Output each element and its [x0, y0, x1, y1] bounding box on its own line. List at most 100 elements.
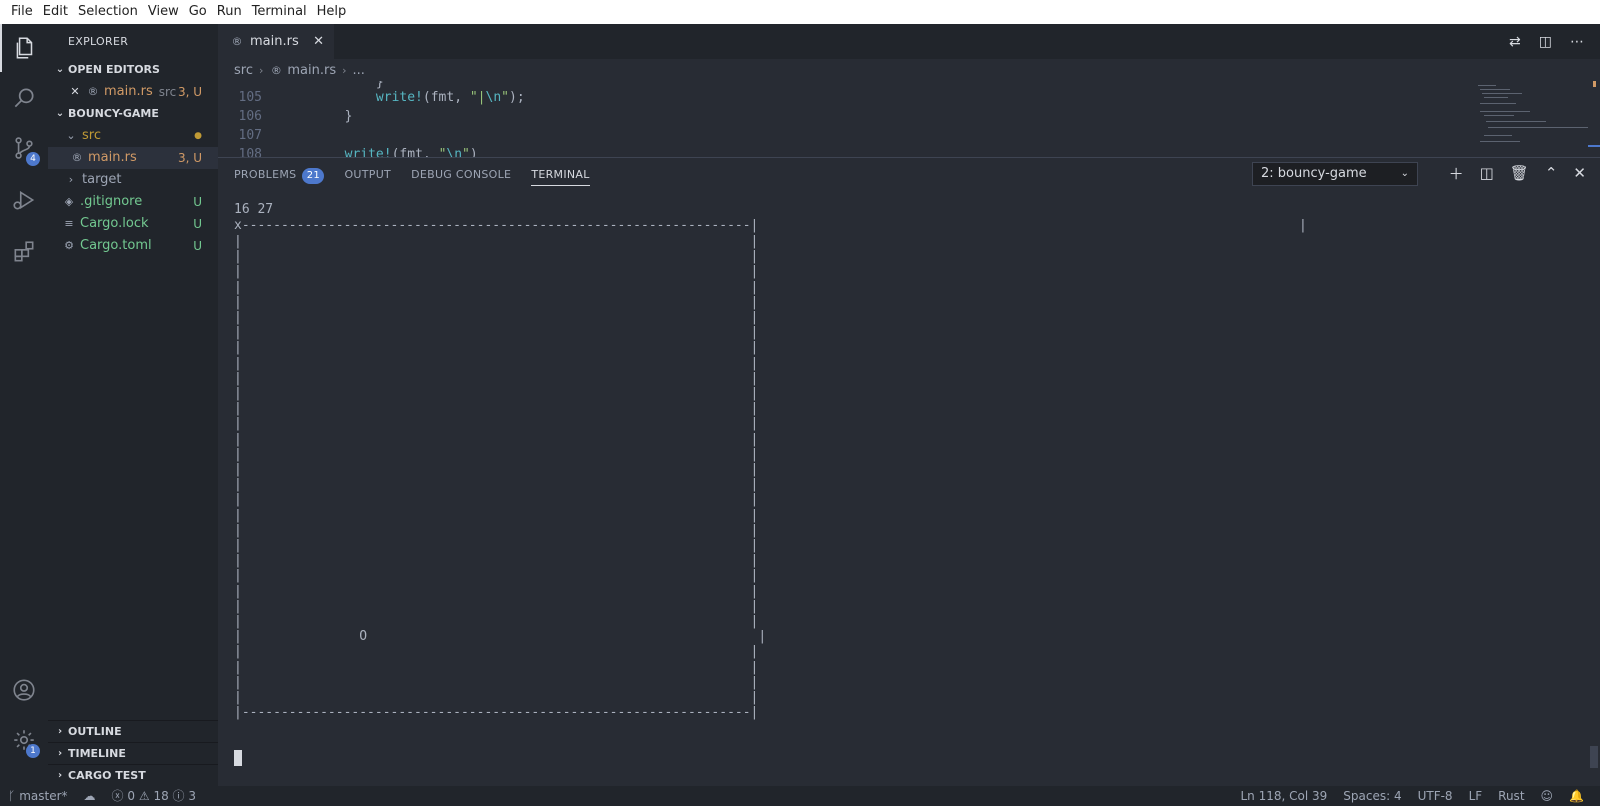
- new-terminal-icon[interactable]: ＋: [1449, 163, 1464, 184]
- code-editor[interactable]: } 105 write!(fmt, "|\n"); 106 } 107 108 …: [218, 81, 1466, 157]
- tab-terminal[interactable]: TERMINAL: [531, 158, 591, 192]
- terminal-side-line: | |: [234, 614, 759, 629]
- tab-problems[interactable]: PROBLEMS 21: [234, 158, 325, 192]
- open-changes-icon[interactable]: ⇄: [1509, 34, 1521, 50]
- tree-item-gitignore[interactable]: ◈ .gitignore U: [48, 191, 218, 213]
- minimap-marker: [1588, 145, 1600, 147]
- sync-icon[interactable]: ☁: [76, 786, 104, 806]
- tree-item-status: U: [193, 195, 202, 209]
- error-icon: ⓧ: [111, 789, 124, 803]
- maximize-panel-icon[interactable]: ⌃: [1545, 164, 1558, 182]
- git-file-icon: ◈: [64, 195, 74, 208]
- tree-item-status: U: [193, 217, 202, 231]
- info-icon: ⓘ: [172, 789, 185, 803]
- terminal-side-line: | |: [234, 325, 759, 341]
- terminal-side-line: | |: [234, 310, 759, 325]
- breadcrumb-file[interactable]: main.rs: [287, 63, 336, 78]
- menu-view[interactable]: View: [143, 0, 184, 24]
- problems-indicator[interactable]: ⓧ 0 ⚠ 18 ⓘ 3: [104, 786, 205, 806]
- code-line: 107: [238, 128, 262, 143]
- terminal-select[interactable]: 2: bouncy-game ⌄: [1252, 162, 1418, 186]
- branch-indicator[interactable]: ᚴ master*: [0, 786, 76, 806]
- tab-label: main.rs: [250, 34, 299, 49]
- chevron-right-icon: ›: [258, 63, 264, 77]
- terminal-side-line: | |: [234, 355, 759, 371]
- close-tab-icon[interactable]: ✕: [313, 34, 324, 49]
- chevron-right-icon: ›: [342, 63, 347, 77]
- open-editor-filename: main.rs: [104, 84, 153, 99]
- terminal-side-line: | |: [234, 522, 759, 538]
- tab-main-rs[interactable]: ® main.rs ✕: [218, 24, 334, 59]
- settings-gear-icon[interactable]: 1: [0, 716, 48, 764]
- tab-debug-console[interactable]: DEBUG CONSOLE: [411, 158, 511, 192]
- outline-header[interactable]: › OUTLINE: [48, 720, 218, 742]
- tree-item-src[interactable]: ⌄ src ●: [48, 125, 218, 147]
- cargo-test-header[interactable]: › CARGO TEST: [48, 764, 218, 786]
- code-line: 108 write!(fmt, "\n"): [238, 147, 478, 157]
- problems-count-badge: 21: [302, 168, 325, 184]
- encoding[interactable]: UTF-8: [1410, 786, 1461, 806]
- activity-bar: 4 1: [0, 24, 48, 786]
- terminal-header-line: 16 27: [234, 202, 274, 217]
- menu-terminal[interactable]: Terminal: [247, 0, 312, 24]
- extensions-icon[interactable]: [0, 228, 48, 276]
- run-debug-icon[interactable]: [0, 176, 48, 224]
- terminal-side-line: | |: [234, 416, 759, 432]
- open-editor-item[interactable]: ✕ ® main.rs src 3, U: [48, 81, 218, 103]
- split-editor-icon[interactable]: ◫: [1539, 34, 1552, 50]
- timeline-header[interactable]: › TIMELINE: [48, 742, 218, 764]
- notifications-bell-icon[interactable]: 🔔: [1561, 786, 1592, 806]
- language-mode[interactable]: Rust: [1490, 786, 1532, 806]
- minimap-marker: [1593, 81, 1596, 87]
- close-panel-icon[interactable]: ✕: [1573, 164, 1586, 182]
- menu-go[interactable]: Go: [184, 0, 212, 24]
- accounts-icon[interactable]: [0, 666, 48, 714]
- explorer-icon[interactable]: [0, 24, 48, 72]
- terminal-select-value: 2: bouncy-game: [1261, 166, 1367, 181]
- tab-output[interactable]: OUTPUT: [344, 158, 391, 192]
- terminal-side-line: | |: [234, 583, 759, 599]
- git-branch-icon: ᚴ: [8, 789, 16, 803]
- menu-edit[interactable]: Edit: [38, 0, 73, 24]
- outline-label: OUTLINE: [68, 724, 122, 738]
- code-line: 106 }: [238, 109, 353, 124]
- editor-tabs: ® main.rs ✕ ⇄ ◫ ⋯: [218, 24, 1600, 59]
- tree-item-main-rs[interactable]: ® main.rs 3, U: [48, 147, 218, 169]
- terminal-ball-line: | O |: [234, 629, 767, 645]
- split-terminal-icon[interactable]: ◫: [1480, 164, 1494, 182]
- terminal-scrollbar[interactable]: [1590, 746, 1598, 768]
- search-icon[interactable]: [0, 74, 48, 122]
- indentation[interactable]: Spaces: 4: [1335, 786, 1409, 806]
- chevron-down-icon: ⌄: [55, 64, 65, 75]
- more-actions-icon[interactable]: ⋯: [1570, 34, 1584, 50]
- feedback-icon[interactable]: ☺: [1533, 786, 1562, 806]
- warning-icon: ⚠: [138, 789, 150, 803]
- end-of-line[interactable]: LF: [1461, 786, 1491, 806]
- menu-help[interactable]: Help: [312, 0, 352, 24]
- tree-item-cargo-toml[interactable]: ⚙ Cargo.toml U: [48, 235, 218, 257]
- open-editors-header[interactable]: ⌄ OPEN EDITORS: [48, 59, 218, 81]
- tree-item-target[interactable]: › target: [48, 169, 218, 191]
- terminal-output[interactable]: 16 27 x---------------------------------…: [234, 202, 1598, 772]
- tree-item-cargo-lock[interactable]: ≡ Cargo.lock U: [48, 213, 218, 235]
- trash-icon[interactable]: 🗑: [1510, 164, 1529, 182]
- chevron-right-icon: ›: [68, 173, 74, 186]
- terminal-side-line: | |: [234, 446, 759, 462]
- open-editors-label: OPEN EDITORS: [68, 63, 160, 76]
- settings-badge: 1: [26, 744, 40, 758]
- terminal-side-line: | |: [234, 644, 759, 660]
- chevron-right-icon: ›: [57, 747, 63, 759]
- cursor-position[interactable]: Ln 118, Col 39: [1232, 786, 1335, 806]
- minimap[interactable]: [1466, 81, 1600, 157]
- menu-run[interactable]: Run: [212, 0, 247, 24]
- project-header[interactable]: ⌄ BOUNCY-GAME: [48, 103, 218, 125]
- breadcrumb-src[interactable]: src: [234, 63, 253, 78]
- terminal-side-line: | |: [234, 264, 759, 280]
- menu-selection[interactable]: Selection: [73, 0, 143, 24]
- tree-item-status: U: [193, 239, 202, 253]
- breadcrumb-symbol[interactable]: ...: [353, 63, 365, 78]
- source-control-icon[interactable]: 4: [0, 124, 48, 172]
- close-icon[interactable]: ✕: [68, 81, 82, 103]
- open-editor-path: src: [158, 85, 177, 99]
- menu-file[interactable]: File: [6, 0, 38, 24]
